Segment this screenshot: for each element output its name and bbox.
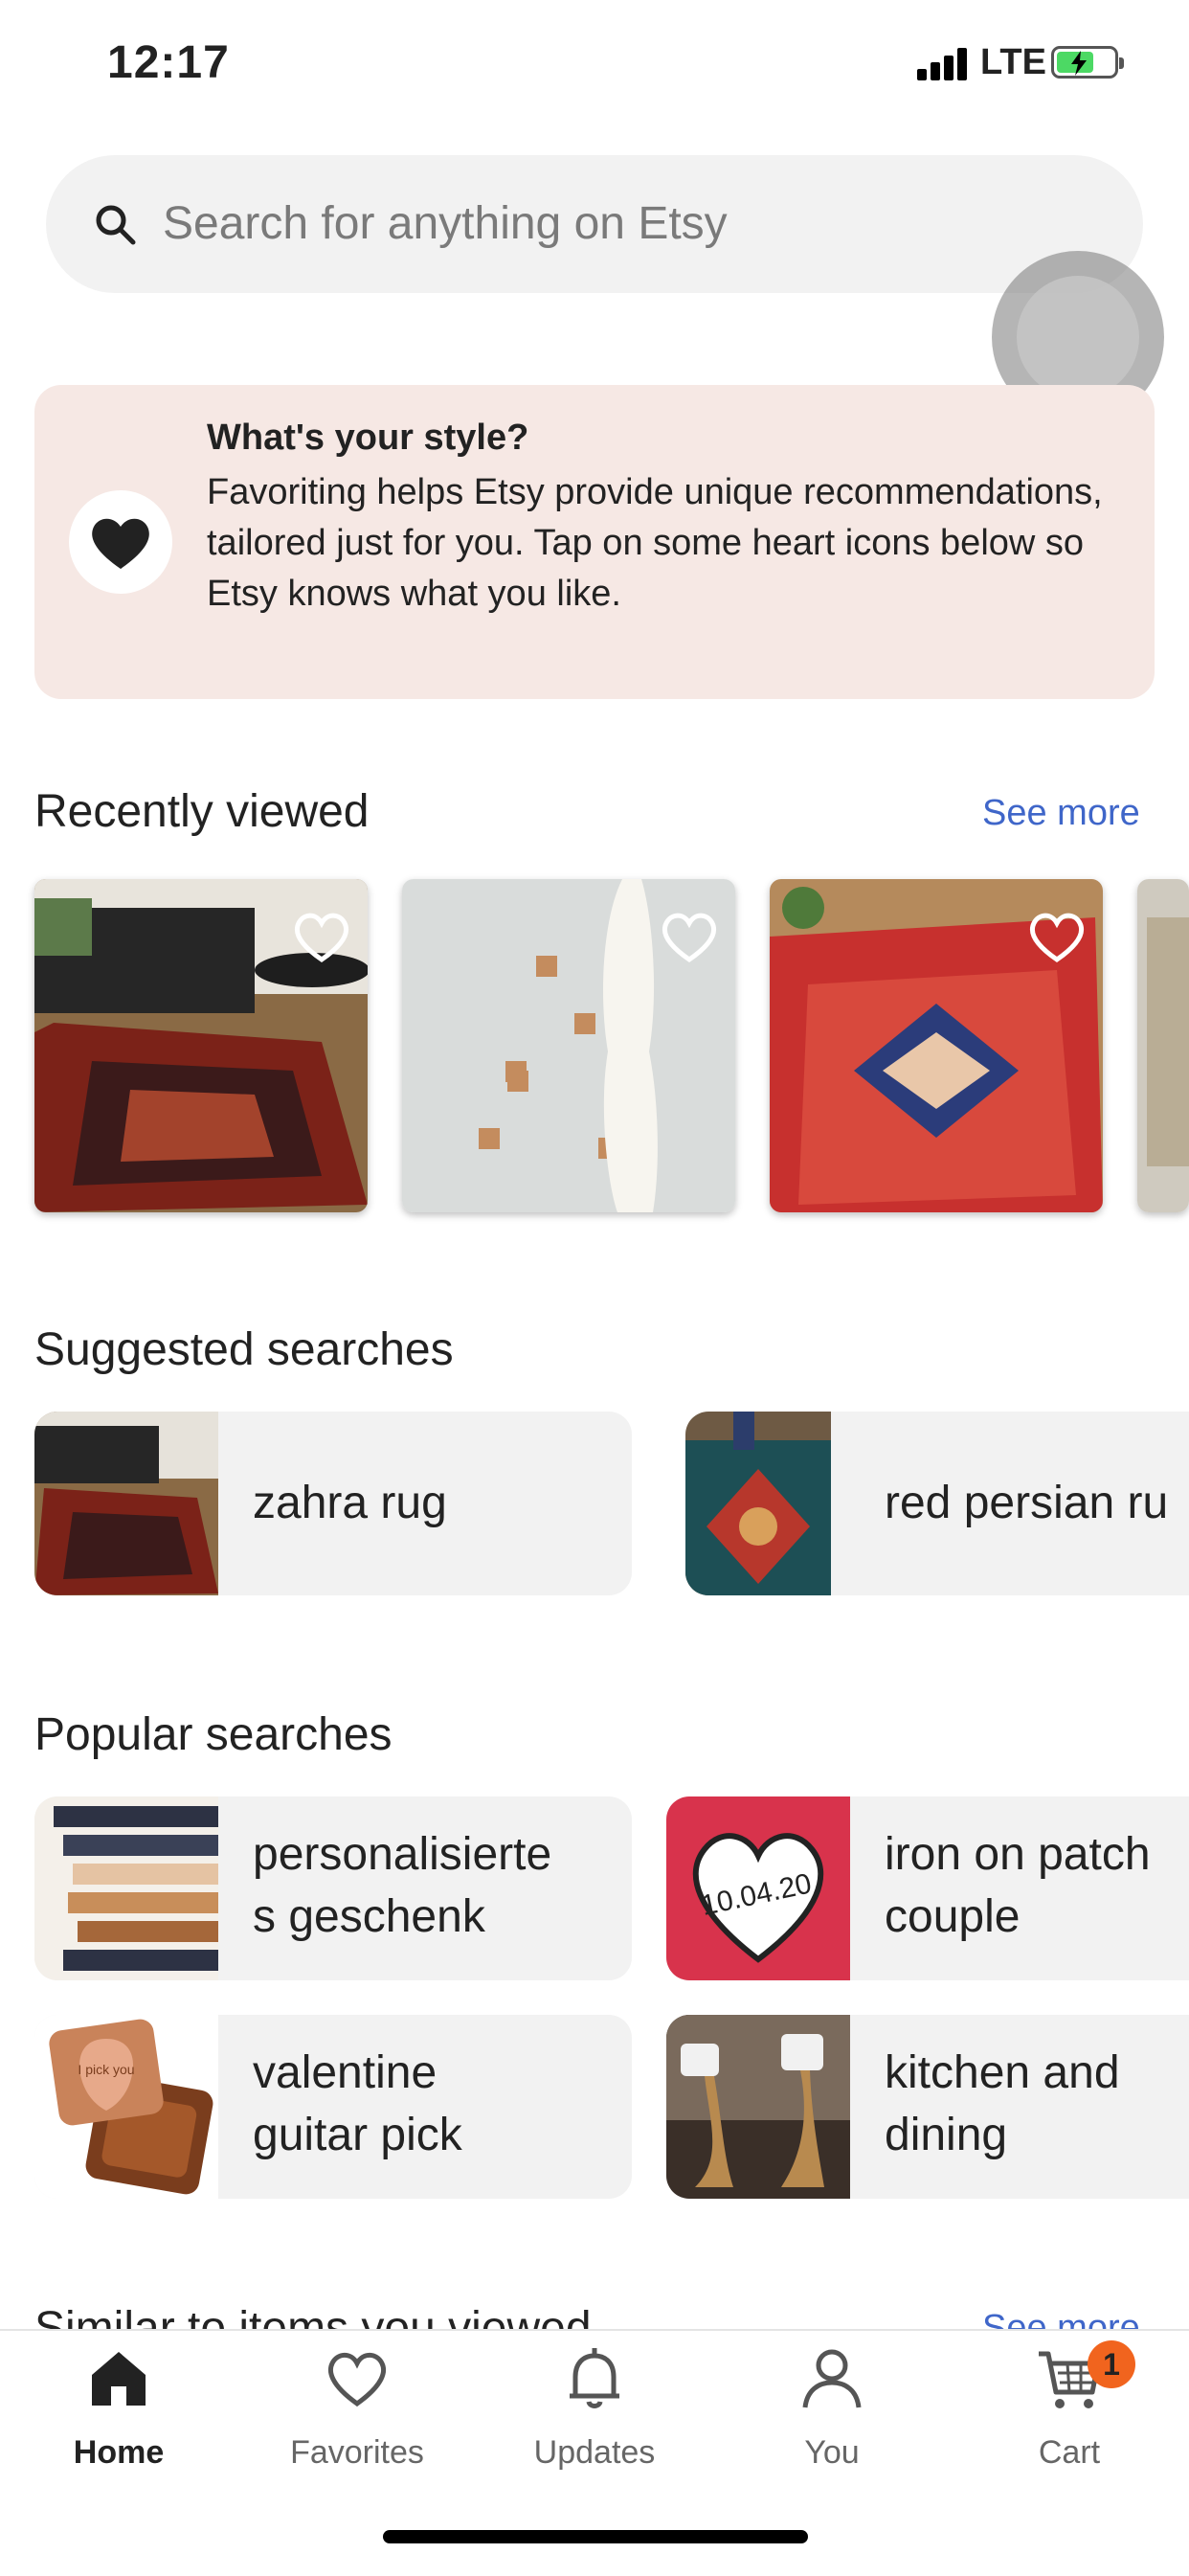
home-icon	[92, 2352, 146, 2406]
suggested-search-chip[interactable]: zahra rug	[34, 1412, 632, 1595]
recently-viewed-item[interactable]	[1137, 879, 1189, 1212]
chip-label-line1: personalisierte	[253, 1829, 552, 1880]
person-icon	[802, 2349, 862, 2408]
recently-viewed-see-more[interactable]: See more	[982, 793, 1140, 834]
tab-you[interactable]: You	[727, 2344, 937, 2488]
chip-label: zahra rug	[253, 1478, 447, 1528]
signal-icon	[917, 46, 971, 80]
favorite-heart-icon[interactable]	[659, 908, 720, 965]
recently-viewed-title: Recently viewed	[34, 786, 370, 837]
suggested-searches-title: Suggested searches	[34, 1324, 454, 1375]
guitar-pick-text: I pick you	[78, 2062, 134, 2077]
network-label: LTE	[980, 42, 1046, 82]
chip-thumbnail	[685, 1412, 831, 1595]
tab-cart[interactable]: Cart	[964, 2344, 1175, 2488]
popular-search-chip[interactable]: I pick you valentine guitar pick	[34, 2015, 632, 2199]
chip-label-line2: dining	[885, 2110, 1008, 2160]
popular-search-chip[interactable]: kitchen and dining	[666, 2015, 1189, 2199]
chip-label-line1: valentine	[253, 2047, 437, 2098]
popular-search-chip[interactable]: personalisierte s geschenk	[34, 1796, 632, 1980]
card-title: What's your style?	[207, 418, 529, 458]
favorite-heart-icon[interactable]	[291, 908, 352, 965]
favorite-heart-icon[interactable]	[1026, 908, 1088, 965]
search-input[interactable]	[161, 182, 1026, 264]
chip-thumbnail: 10.04.20	[666, 1796, 850, 1980]
chip-thumbnail	[666, 2015, 850, 2199]
chip-thumbnail: I pick you	[34, 2015, 218, 2199]
cart-count-badge: 1	[1088, 2340, 1135, 2388]
tab-home-label: Home	[73, 2434, 165, 2471]
status-time: 12:17	[107, 37, 230, 88]
popular-searches-title: Popular searches	[34, 1709, 393, 1760]
chip-label-line2: couple	[885, 1891, 1021, 1942]
tab-favorites-label: Favorites	[290, 2434, 424, 2471]
card-body: Favoriting helps Etsy provide unique rec…	[207, 472, 1103, 614]
heart-icon	[69, 490, 172, 594]
recently-viewed-item[interactable]	[402, 879, 735, 1212]
chip-label-line1: kitchen and	[885, 2047, 1120, 2098]
popular-search-chip[interactable]: 10.04.20 iron on patch couple	[666, 1796, 1189, 1980]
chip-label: red persian ru	[885, 1478, 1169, 1528]
chip-label-line2: s geschenk	[253, 1891, 485, 1942]
tab-favorites[interactable]: Favorites	[252, 2344, 462, 2488]
heart-outline-icon	[327, 2352, 387, 2407]
tab-cart-label: Cart	[1038, 2434, 1101, 2471]
search-icon	[96, 205, 136, 245]
chip-label-line2: guitar pick	[253, 2110, 462, 2160]
chip-label-line1: iron on patch	[885, 1829, 1151, 1880]
tab-updates[interactable]: Updates	[489, 2344, 700, 2488]
recently-viewed-item[interactable]	[34, 879, 368, 1212]
suggested-search-chip[interactable]: red persian ru	[685, 1412, 1189, 1595]
battery-icon	[1051, 46, 1124, 79]
bell-icon	[570, 2348, 619, 2408]
chip-thumbnail	[34, 1412, 218, 1595]
chip-thumbnail	[34, 1796, 218, 1980]
tab-updates-label: Updates	[533, 2434, 656, 2471]
recently-viewed-item[interactable]	[770, 879, 1103, 1212]
tab-home[interactable]: Home	[13, 2344, 224, 2488]
home-indicator[interactable]	[383, 2530, 808, 2543]
tab-you-label: You	[804, 2434, 860, 2471]
